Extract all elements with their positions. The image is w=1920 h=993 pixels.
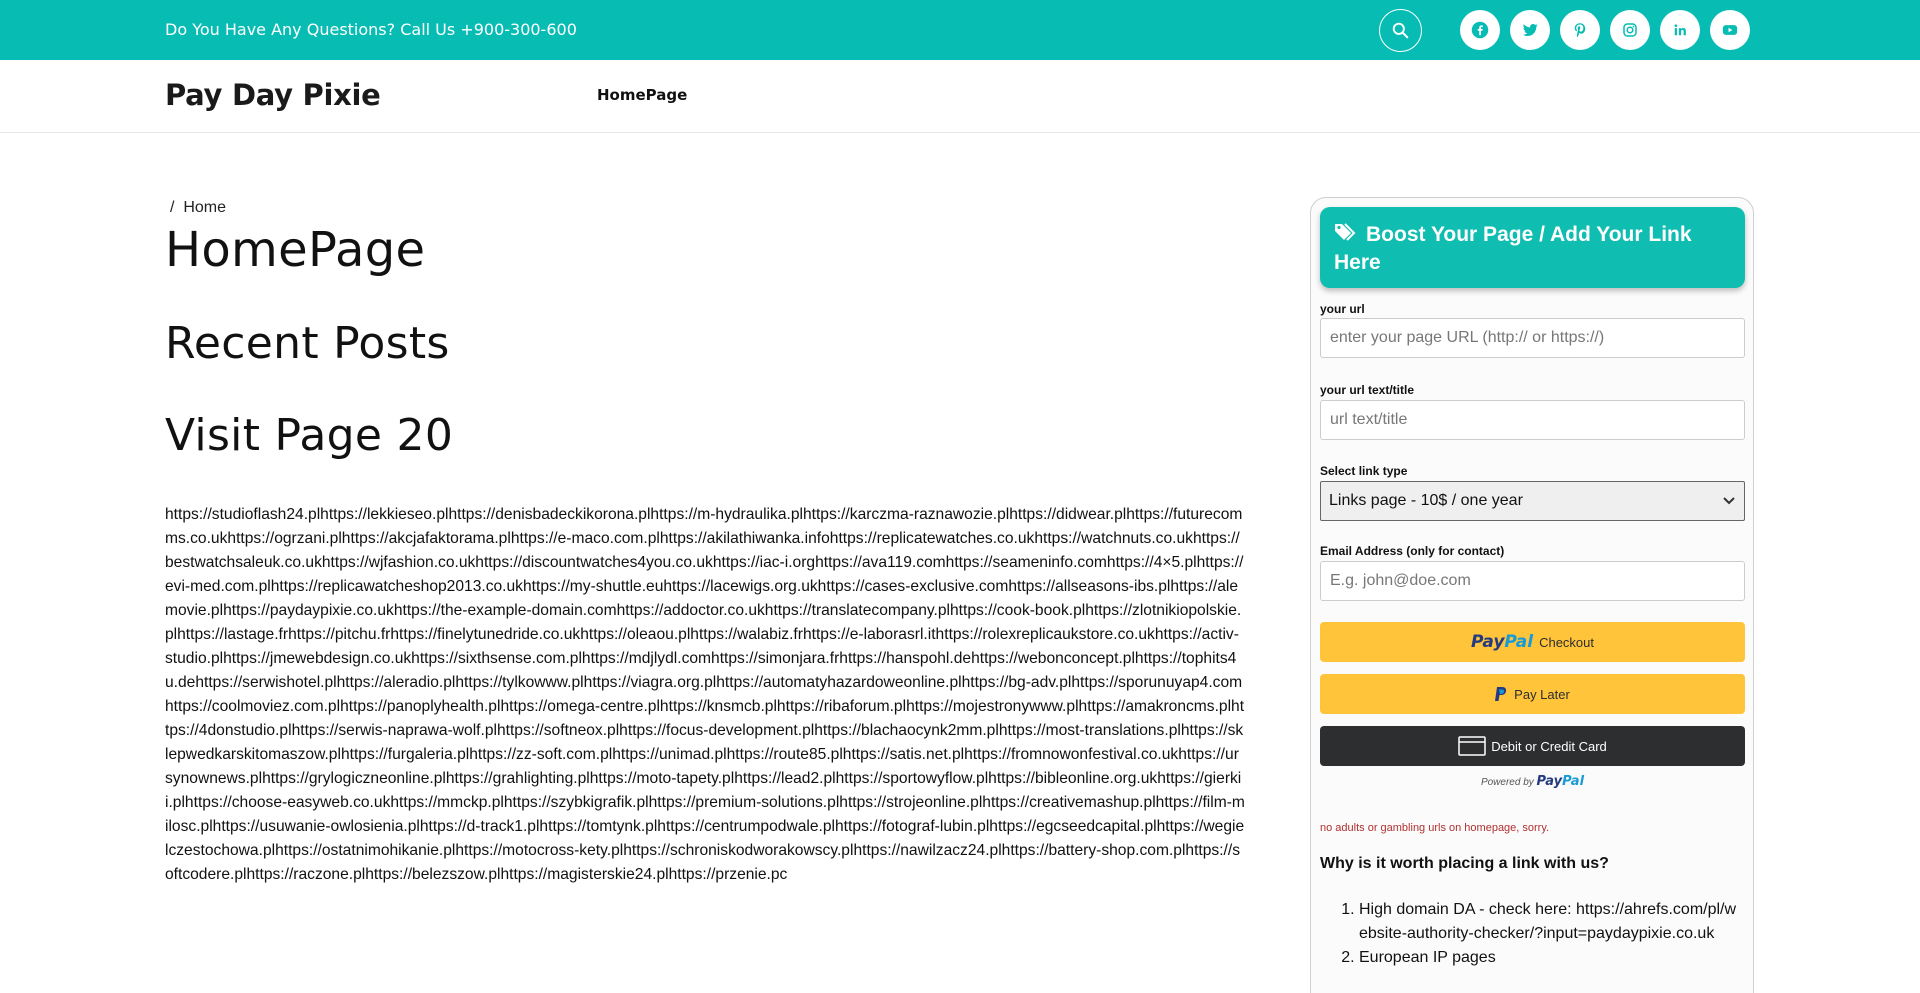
pay-later-label: Pay Later xyxy=(1514,686,1570,702)
checkout-label: Checkout xyxy=(1539,634,1594,650)
nav-homepage[interactable]: HomePage xyxy=(597,86,687,104)
chevron-down-icon xyxy=(1723,497,1735,505)
card-label: Debit or Credit Card xyxy=(1491,738,1607,754)
url-input[interactable] xyxy=(1320,318,1745,358)
link-type-value: Links page - 10$ / one year xyxy=(1329,492,1523,509)
recent-posts-heading: Recent Posts xyxy=(165,318,450,369)
search-icon xyxy=(1392,22,1409,39)
breadcrumb: / Home xyxy=(170,199,226,217)
email-input[interactable] xyxy=(1320,561,1745,601)
email-label: Email Address (only for contact) xyxy=(1320,544,1505,558)
pay-later-button[interactable]: Pay Later xyxy=(1320,674,1745,714)
add-link-panel: Boost Your Page / Add Your Link Here you… xyxy=(1310,197,1754,993)
link-type-label: Select link type xyxy=(1320,464,1408,478)
youtube-link[interactable] xyxy=(1710,10,1750,50)
visit-page-heading[interactable]: Visit Page 20 xyxy=(165,410,453,461)
boost-header: Boost Your Page / Add Your Link Here xyxy=(1320,207,1745,288)
paypal-p-icon xyxy=(1495,686,1507,701)
site-title[interactable]: Pay Day Pixie xyxy=(165,78,381,112)
breadcrumb-home[interactable]: Home xyxy=(183,199,226,216)
twitter-icon xyxy=(1522,23,1538,36)
credit-card-icon xyxy=(1458,736,1486,756)
contact-text: Do You Have Any Questions? Call Us +900-… xyxy=(165,20,577,39)
tags-icon xyxy=(1334,222,1358,250)
boost-title: Boost Your Page / Add Your Link Here xyxy=(1334,223,1692,274)
twitter-link[interactable] xyxy=(1510,10,1550,50)
debit-credit-card-button[interactable]: Debit or Credit Card xyxy=(1320,726,1745,766)
powered-by-paypal: Powered by PayPal xyxy=(1480,774,1585,789)
pinterest-icon xyxy=(1574,23,1586,38)
list-item: European IP pages xyxy=(1359,946,1739,970)
youtube-icon xyxy=(1722,25,1738,35)
paypal-checkout-button[interactable]: PayPal Checkout xyxy=(1320,622,1745,662)
instagram-icon xyxy=(1623,23,1637,37)
facebook-icon xyxy=(1471,21,1489,39)
top-bar: Do You Have Any Questions? Call Us +900-… xyxy=(0,0,1920,60)
linkedin-icon xyxy=(1674,24,1686,36)
list-item: High domain DA - check here: https://ahr… xyxy=(1359,898,1739,946)
facebook-link[interactable] xyxy=(1460,10,1500,50)
reasons-list: High domain DA - check here: https://ahr… xyxy=(1359,898,1739,970)
page-title: HomePage xyxy=(165,222,426,278)
url-label: your url xyxy=(1320,302,1365,316)
url-title-input[interactable] xyxy=(1320,400,1745,440)
url-title-label: your url text/title xyxy=(1320,383,1415,397)
instagram-link[interactable] xyxy=(1610,10,1650,50)
warning-text: no adults or gambling urls on homepage, … xyxy=(1320,822,1550,834)
url-list-text: https://studioflash24.plhttps://lekkiese… xyxy=(165,506,1245,883)
breadcrumb-separator: / xyxy=(170,199,175,216)
paypal-logo: PayPal xyxy=(1471,632,1534,652)
site-header: Pay Day Pixie HomePage xyxy=(0,60,1920,133)
why-heading: Why is it worth placing a link with us? xyxy=(1320,855,1609,872)
pinterest-link[interactable] xyxy=(1560,10,1600,50)
link-type-select[interactable]: Links page - 10$ / one year xyxy=(1320,481,1745,521)
search-button[interactable] xyxy=(1379,9,1422,52)
linkedin-link[interactable] xyxy=(1660,10,1700,50)
